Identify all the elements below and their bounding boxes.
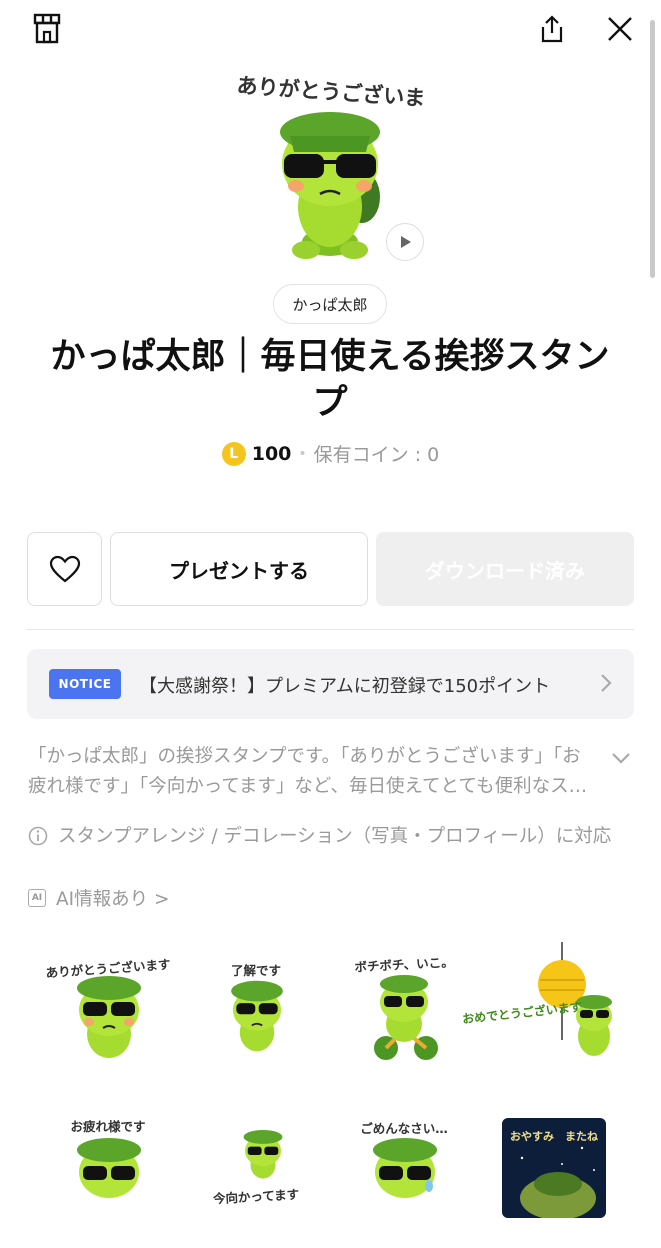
scrollbar[interactable]: [650, 20, 655, 278]
shop-icon[interactable]: [30, 12, 64, 46]
ai-info-link[interactable]: AI AI情報あり >: [28, 885, 170, 911]
ai-icon: AI: [28, 889, 46, 907]
page-title: かっぱ太郎｜毎日使える挨拶スタンプ: [50, 337, 610, 423]
chevron-down-icon[interactable]: [608, 748, 634, 768]
price-amount: 100: [251, 442, 292, 465]
heart-icon: [49, 555, 80, 583]
sticker-night-card: おやすみ またね: [502, 1118, 606, 1218]
notice-banner[interactable]: NOTICE 【大感謝祭！】プレミアムに初登録で150ポイント: [27, 649, 634, 719]
coin-icon: L: [221, 441, 246, 466]
sticker-image: [374, 975, 438, 1060]
kappa-character-image: [280, 112, 380, 259]
owned-coins: 保有コイン : 0: [313, 444, 440, 466]
notice-badge: NOTICE: [49, 669, 121, 699]
sticker-image: [231, 980, 283, 1052]
sticker-caption: ごめんなさい…: [360, 1121, 448, 1136]
share-icon[interactable]: [535, 12, 569, 46]
sticker-item[interactable]: おやすみ またね: [492, 1108, 632, 1248]
sticker-image: [77, 1138, 141, 1198]
sticker-caption: ボチボチ、いこ。: [354, 954, 455, 975]
separator: •: [298, 445, 307, 462]
sticker-item[interactable]: ボチボチ、いこ。: [334, 948, 474, 1088]
sticker-item[interactable]: お疲れ様です: [38, 1108, 178, 1248]
sticker-item[interactable]: ごめんなさい…: [334, 1108, 474, 1248]
sticker-image: [243, 1130, 283, 1179]
sticker-caption: 今向かってます: [212, 1186, 300, 1207]
ai-info-text: AI情報あり >: [56, 889, 170, 910]
chevron-right-icon: [601, 674, 612, 692]
sticker-image: [373, 1138, 437, 1198]
author-chip[interactable]: かっぱ太郎: [273, 284, 387, 324]
notice-text: 【大感謝祭！】プレミアムに初登録で150ポイント: [139, 676, 551, 697]
feature-text: スタンプアレンジ / デコレーション（写真・プロフィール）に対応: [58, 826, 612, 847]
description-text: 「かっぱ太郎」の挨拶スタンプです。「ありがとうございます」「お疲れ様です」「今向…: [28, 746, 588, 797]
play-icon: [401, 236, 411, 248]
info-icon: [28, 826, 48, 846]
sticker-item[interactable]: 了解です: [186, 948, 326, 1088]
sticker-item[interactable]: おめでとうございます: [462, 940, 632, 1080]
sticker-caption: お疲れ様です: [70, 1119, 146, 1134]
author-name: かっぱ太郎: [292, 295, 368, 314]
favorite-button[interactable]: [27, 532, 102, 606]
play-button[interactable]: [386, 223, 424, 261]
description: 「かっぱ太郎」の挨拶スタンプです。「ありがとうございます」「お疲れ様です」「今向…: [28, 742, 598, 802]
divider: [27, 629, 634, 630]
sticker-image: [77, 976, 141, 1058]
price-row: L 100 • 保有コイン : 0: [0, 440, 661, 467]
sticker-caption: おやすみ またね: [510, 1130, 598, 1143]
download-button[interactable]: ダウンロード済み: [376, 532, 634, 606]
sticker-item[interactable]: ありがとうございます: [38, 948, 178, 1088]
sticker-item[interactable]: 今向かってます: [186, 1108, 326, 1248]
gift-button[interactable]: プレゼントする: [110, 532, 368, 606]
close-icon[interactable]: [603, 12, 637, 46]
